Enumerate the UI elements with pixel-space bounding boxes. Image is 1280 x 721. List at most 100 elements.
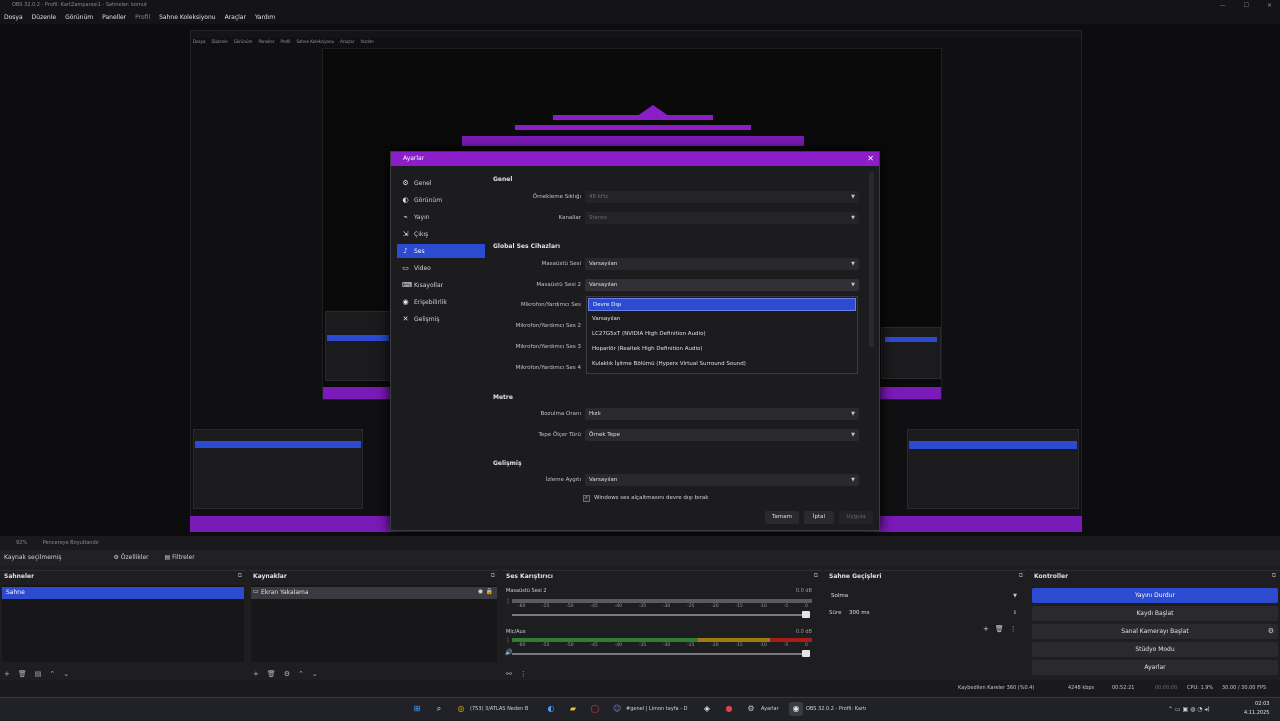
search-icon[interactable]: ⌕ xyxy=(432,702,446,716)
transition-select[interactable]: Solma ▼ xyxy=(827,590,1021,602)
audio-device-dropdown[interactable]: Devre Dışı Varsayılan LC27G5xT (NVIDIA H… xyxy=(586,296,858,374)
lock-icon[interactable]: 🔒 xyxy=(486,588,493,595)
monitor-device-select[interactable]: Varsayılan ▼ xyxy=(585,474,859,486)
nested-selection xyxy=(885,337,937,342)
apply-button[interactable]: Uygula xyxy=(839,511,873,524)
chevron-down-icon[interactable]: ⌄ xyxy=(63,670,69,678)
menu-view[interactable]: Görünüm xyxy=(65,11,93,24)
nav-output[interactable]: ⇲ Çıkış xyxy=(397,227,485,241)
system-tray-icons[interactable]: ⌃ ▭ ▣ ◍ ◔ ◂) xyxy=(1168,698,1210,721)
minimize-button[interactable]: — xyxy=(1220,0,1226,11)
add-icon[interactable]: + xyxy=(4,670,10,678)
channels-label: Kanallar xyxy=(558,215,581,221)
nested-menu-item: Görünüm xyxy=(233,39,253,44)
start-recording-button[interactable]: Kaydı Başlat xyxy=(1032,606,1278,621)
eye-icon[interactable]: ◉ xyxy=(478,588,483,595)
add-icon[interactable]: + xyxy=(983,625,989,633)
menu-tools[interactable]: Araçlar xyxy=(225,11,246,24)
trash-icon[interactable]: 🗑 xyxy=(995,625,1004,633)
taskbar-item[interactable]: #genel | Limon tayfa - D xyxy=(626,698,687,721)
fit-window-select[interactable]: Pencereye Boyutlandır xyxy=(43,540,99,546)
dropdown-option-default[interactable]: Varsayılan xyxy=(588,313,856,326)
clock[interactable]: 02:03 4.11.2025 xyxy=(1244,700,1269,718)
obs-icon[interactable]: ◉ xyxy=(789,702,803,716)
trash-icon[interactable]: 🗑 xyxy=(267,670,276,678)
dropdown-option-lc27g5xt[interactable]: LC27G5xT (NVIDIA High Definition Audio) xyxy=(588,328,856,341)
menu-profile[interactable]: Profil xyxy=(135,11,150,24)
filters-button[interactable]: ▤ Filtreler xyxy=(165,554,195,561)
sample-rate-select[interactable]: 48 kHz ▼ xyxy=(585,191,859,203)
gear-icon[interactable]: ⚙ xyxy=(1268,627,1274,635)
close-button[interactable]: ✕ xyxy=(1267,0,1272,11)
nav-audio[interactable]: ♪ Ses xyxy=(397,244,485,258)
stop-streaming-button[interactable]: Yayını Durdur xyxy=(1032,588,1278,603)
volume-slider[interactable] xyxy=(512,614,808,616)
ducking-checkbox[interactable]: ✓ xyxy=(583,495,590,502)
dock-float-icon[interactable]: ⧉ xyxy=(814,572,818,580)
trash-icon[interactable]: 🗑 xyxy=(18,670,27,678)
more-icon[interactable]: ⋮ xyxy=(505,637,511,644)
studio-mode-button[interactable]: Stüdyo Modu xyxy=(1032,642,1278,657)
peak-meter-select[interactable]: Örnek Tepe ▼ xyxy=(585,429,859,441)
menu-scene-collection[interactable]: Sahne Koleksiyonu xyxy=(159,11,215,24)
volume-slider-handle[interactable] xyxy=(802,611,810,618)
chevron-up-icon[interactable]: ⌃ xyxy=(49,670,55,678)
volume-slider-handle[interactable] xyxy=(802,650,810,657)
dock-float-icon[interactable]: ⧉ xyxy=(1272,572,1276,580)
dropdown-option-headset[interactable]: Kulaklık İşitme Bölümü (Hyperx Virtual S… xyxy=(588,358,856,371)
chrome-icon[interactable]: ◎ xyxy=(454,702,468,716)
settings-dialog: Ayarlar ✕ ⚙ Genel ◐ Görünüm ⌁ Yayın ⇲ Çıkış … xyxy=(390,151,880,531)
link-icon[interactable]: ⚯ xyxy=(506,670,512,678)
menu-help[interactable]: Yardım xyxy=(255,11,275,24)
maximize-button[interactable]: ☐ xyxy=(1244,0,1249,11)
filter-icon[interactable]: ▤ xyxy=(35,670,42,678)
chevron-down-icon[interactable]: ⌄ xyxy=(312,670,318,678)
duration-input[interactable]: 300 ms ⇕ xyxy=(845,607,1021,619)
desktop-audio-select[interactable]: Varsayılan ▼ xyxy=(585,258,859,270)
menu-docks[interactable]: Paneller xyxy=(102,11,126,24)
dropdown-option-disabled[interactable]: Devre Dışı xyxy=(588,298,856,311)
settings-scrollbar[interactable] xyxy=(869,172,874,347)
more-icon[interactable]: ⋮ xyxy=(520,670,527,678)
discord-icon[interactable]: ☺ xyxy=(610,702,624,716)
dialog-close-icon[interactable]: ✕ xyxy=(867,152,874,166)
taskbar-item[interactable]: Ayarlar xyxy=(761,698,779,721)
nav-general[interactable]: ⚙ Genel xyxy=(397,176,485,190)
nested-selection xyxy=(195,441,361,448)
dock-float-icon[interactable]: ⧉ xyxy=(1019,572,1023,580)
zoom-level[interactable]: 92% xyxy=(16,540,27,546)
start-virtual-camera-button[interactable]: Sanal Kamerayı Başlat xyxy=(1032,624,1278,639)
ok-button[interactable]: Tamam xyxy=(765,511,799,524)
windows-start-icon[interactable]: ⊞ xyxy=(410,702,424,716)
speaker-icon[interactable]: 🔊 xyxy=(505,649,512,656)
dialog-title: Ayarlar xyxy=(391,152,879,166)
menu-file[interactable]: Dosya xyxy=(4,11,23,24)
source-item[interactable]: Ekran Yakalama xyxy=(251,587,497,599)
menu-edit[interactable]: Düzenle xyxy=(32,11,56,24)
edge-icon[interactable]: ◐ xyxy=(544,702,558,716)
add-icon[interactable]: + xyxy=(253,670,259,678)
gear-icon[interactable]: ⚙ xyxy=(744,702,758,716)
opera-icon[interactable]: ◯ xyxy=(588,702,602,716)
more-icon[interactable]: ⋮ xyxy=(1010,625,1017,633)
nav-label: Kısayollar xyxy=(414,281,444,289)
chevron-up-icon[interactable]: ⌃ xyxy=(298,670,304,678)
more-icon[interactable]: ⋮ xyxy=(505,598,511,605)
desktop-audio-2-select[interactable]: Varsayılan ▼ xyxy=(585,279,859,291)
folder-icon[interactable]: ▰ xyxy=(566,702,580,716)
dropdown-option-speaker[interactable]: Hoparlör (Realtek High Definition Audio) xyxy=(588,343,856,356)
app-icon[interactable]: ◈ xyxy=(700,702,714,716)
channels-select[interactable]: Stereo ▼ xyxy=(585,212,859,224)
scene-item[interactable]: Sahne xyxy=(2,587,244,599)
properties-button[interactable]: ⚙ Özellikler xyxy=(113,554,148,561)
volume-slider[interactable] xyxy=(512,653,808,655)
cancel-button[interactable]: İptal xyxy=(804,511,834,524)
dock-float-icon[interactable]: ⧉ xyxy=(238,572,242,580)
decay-rate-select[interactable]: Hızlı ▼ xyxy=(585,408,859,420)
settings-button[interactable]: Ayarlar xyxy=(1032,660,1278,675)
gear-icon[interactable]: ⚙ xyxy=(284,670,290,678)
taskbar-item[interactable]: OBS 32.0.2 - Profil: Kartı xyxy=(806,698,866,721)
record-icon[interactable]: ● xyxy=(722,702,736,716)
dock-float-icon[interactable]: ⧉ xyxy=(491,572,495,580)
taskbar-item[interactable]: (753) 3/ATLAS Neden B xyxy=(470,698,528,721)
